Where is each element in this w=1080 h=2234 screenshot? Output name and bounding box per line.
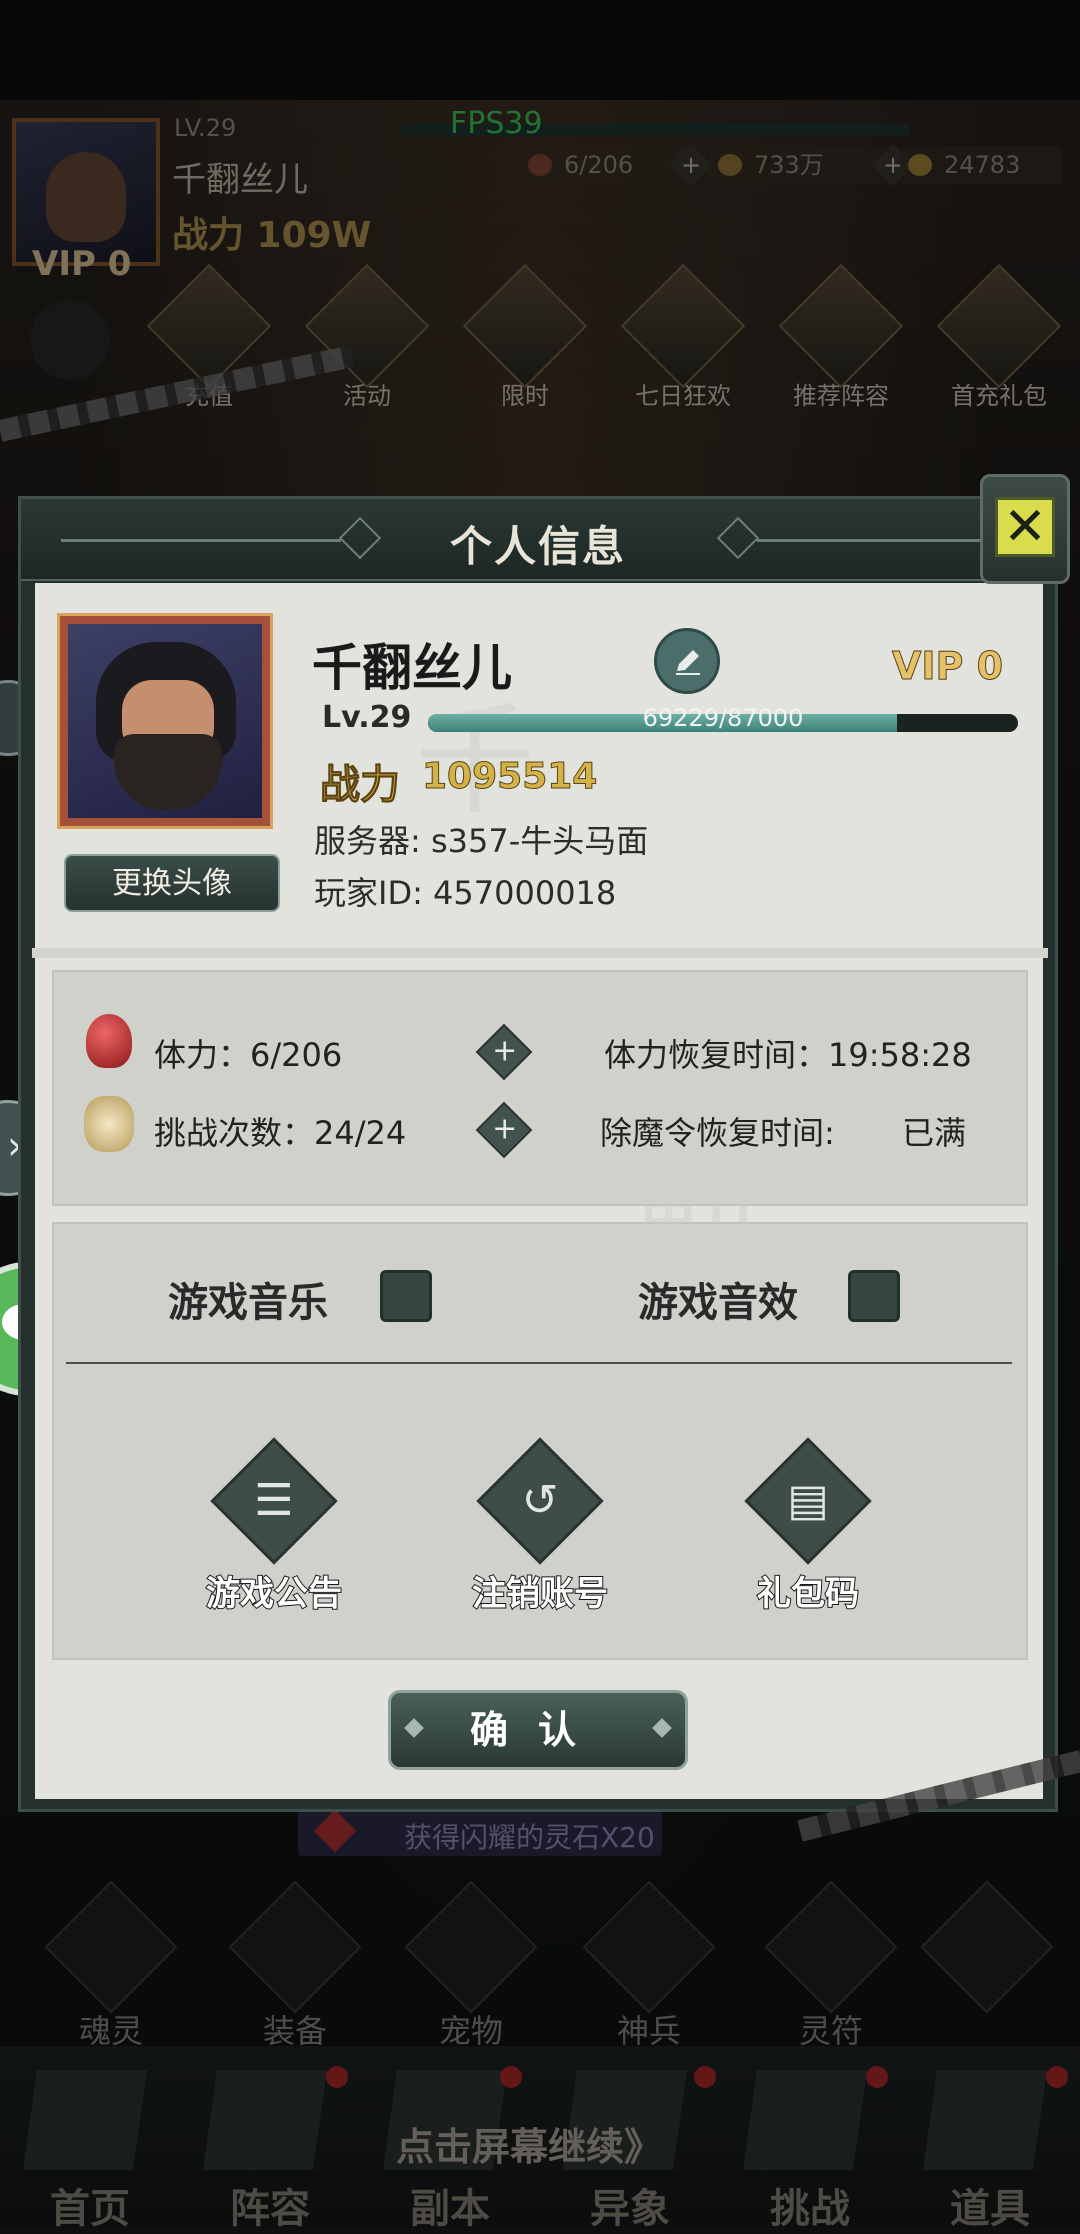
logout-icon-frame: ↺ [476,1437,604,1565]
portrait-beard [114,734,222,810]
music-label: 游戏音乐 [168,1280,328,1326]
server-info: 服务器: s357-牛头马面 [314,822,649,860]
gift-code-icon-frame: ▤ [744,1437,872,1565]
challenge-token-icon [84,1096,134,1152]
button-ornament [404,1718,424,1738]
sfx-label: 游戏音效 [638,1280,798,1326]
power-label: 战力 [320,762,401,809]
change-avatar-button[interactable]: 更换头像 [64,854,280,912]
player-level: Lv.29 [322,700,412,735]
announcement-label: 游戏公告 [205,1573,343,1615]
gift-code-button[interactable]: ▤ 礼包码 [698,1437,918,1615]
challenge-count: 挑战次数：24/24 [154,1114,407,1152]
player-portrait [57,613,273,829]
dialog-title: 个人信息 [449,522,626,571]
section-divider [32,948,1048,958]
confirm-button[interactable]: 确认 [388,1690,688,1770]
announcement-button[interactable]: ☰ 游戏公告 [164,1437,384,1615]
player-name: 千翻丝儿 [312,639,512,697]
gift-code-label: 礼包码 [756,1573,860,1615]
dialog-header: 个人信息 [21,499,1055,581]
logout-account-button[interactable]: ↺ 注销账号 [430,1437,650,1615]
close-icon-box: ✕ [995,497,1055,557]
demon-recover-value: 已满 [902,1114,967,1152]
confirm-label: 确认 [469,1708,606,1752]
exp-text: 69229/87000 [642,704,804,732]
close-icon: ✕ [1003,497,1047,557]
plus-icon: + [492,1111,518,1147]
settings-divider [66,1362,1012,1364]
stamina-recover-time: 体力恢复时间：19:58:28 [604,1036,972,1074]
stamina-orb-icon [86,1014,132,1068]
stats-panel [52,970,1028,1206]
vip-level: VIP 0 [891,644,1004,689]
button-ornament [652,1718,672,1738]
power-value: 1095514 [421,756,598,798]
player-id: 玩家ID: 457000018 [314,874,617,912]
close-button[interactable]: ✕ [980,474,1070,584]
notice-board-icon: ☰ [254,1475,294,1526]
undo-icon: ↺ [521,1475,559,1526]
announcement-icon-frame: ☰ [210,1437,338,1565]
edit-name-button[interactable] [654,628,720,694]
pencil-icon [676,650,700,675]
stamina-text: 体力：6/206 [154,1036,343,1074]
demon-recover-label: 除魔令恢复时间: [600,1114,835,1152]
sfx-checkbox[interactable] [848,1270,900,1322]
logout-label: 注销账号 [471,1573,609,1615]
music-checkbox[interactable] [380,1270,432,1322]
plus-icon: + [492,1033,518,1069]
document-icon: ▤ [787,1475,829,1526]
